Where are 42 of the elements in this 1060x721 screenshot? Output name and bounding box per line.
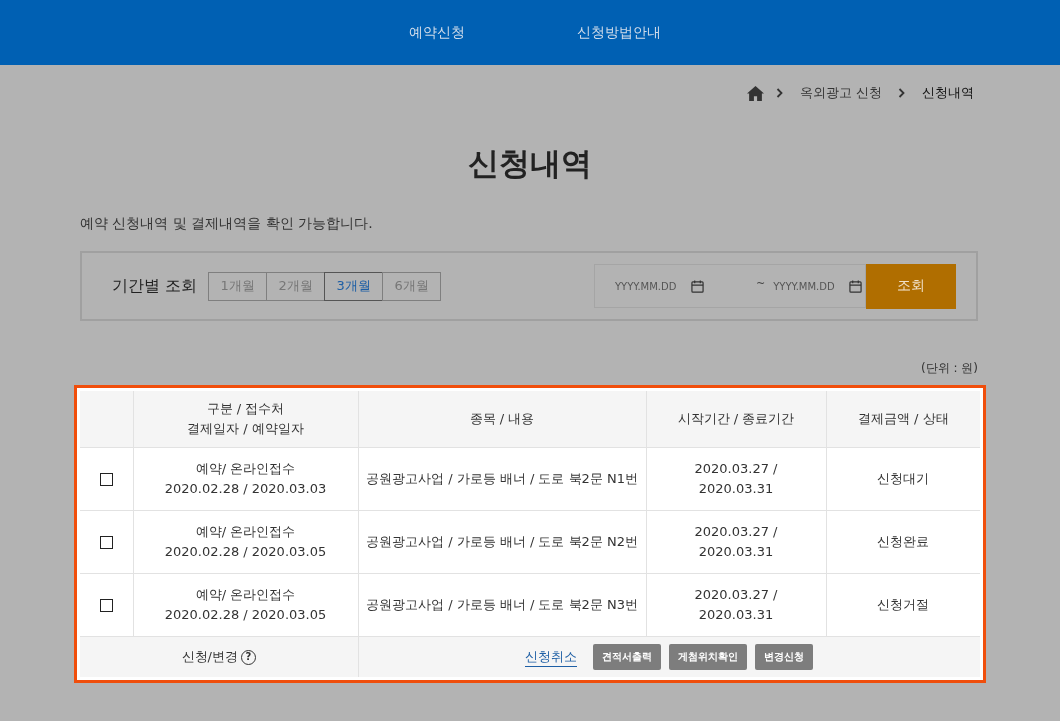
chevron-icon [775, 88, 784, 98]
period-tab[interactable]: 3개월 [324, 271, 384, 301]
action-button[interactable]: 견적서출력 [593, 644, 662, 670]
table-cell: 예약/ 온라인접수 2020.02.28 / 2020.03.03 [133, 447, 358, 511]
chevron-icon [898, 88, 906, 98]
column-header: 결제금액 / 상태 [826, 391, 980, 448]
cancel-link[interactable]: 신청취소 [525, 647, 578, 667]
calendar-icon[interactable] [849, 279, 863, 293]
row-checkbox[interactable] [99, 599, 113, 612]
table-cell: 2020.03.27 / 2020.03.31 [646, 573, 826, 637]
breadcrumb-link[interactable]: 신청내역 [922, 84, 974, 102]
calendar-icon[interactable] [691, 279, 704, 293]
period-tab[interactable]: 6개월 [382, 271, 442, 301]
home-icon[interactable] [746, 85, 764, 101]
table-cell: 예약/ 온라인접수 2020.02.28 / 2020.03.05 [133, 510, 358, 574]
action-button[interactable]: 게첨위치확인 [669, 644, 748, 670]
table-cell: 2020.03.27 / 2020.03.31 [646, 510, 826, 574]
nav-link[interactable]: 예약신청 [409, 23, 465, 42]
unit-note: (단위 : 원) [919, 360, 978, 377]
search-button[interactable]: 조회 [866, 263, 956, 309]
table-cell: 예약/ 온라인접수 2020.02.28 / 2020.03.05 [133, 573, 358, 637]
table-cell: 공원광고사업 / 가로등 배너 / 도로 북2문 N3번 [358, 573, 646, 637]
column-header: 시작기간 / 종료기간 [646, 391, 826, 448]
page-description: 예약 신청내역 및 결제내역을 확인 가능합니다. [80, 215, 374, 233]
range-separator: ~ [756, 276, 766, 290]
column-header: 종목 / 내용 [358, 391, 646, 448]
breadcrumb-link[interactable]: 옥외광고 신청 [799, 84, 882, 102]
date-field[interactable]: YYYY.MM.DD [773, 280, 846, 292]
row-checkbox[interactable] [99, 536, 113, 549]
column-header: 구분 / 접수처 결제일자 / 예약일자 [133, 391, 358, 448]
table-cell: 공원광고사업 / 가로등 배너 / 도로 북2문 N2번 [358, 510, 646, 574]
table-cell: 2020.03.27 / 2020.03.31 [646, 447, 826, 511]
period-tab[interactable]: 1개월 [208, 271, 268, 301]
page-title: 신청내역 [467, 144, 593, 183]
nav-link[interactable]: 신청방법안내 [577, 23, 661, 42]
row-checkbox[interactable] [99, 473, 113, 486]
date-field[interactable]: YYYY.MM.DD [615, 280, 687, 292]
period-tab[interactable]: 2개월 [266, 271, 326, 301]
filter-label: 기간별 조회 [112, 275, 198, 297]
action-button[interactable]: 변경신청 [755, 644, 814, 670]
table-cell: 공원광고사업 / 가로등 배너 / 도로 북2문 N1번 [358, 447, 646, 511]
footer-label: 신청/변경 [181, 648, 238, 666]
